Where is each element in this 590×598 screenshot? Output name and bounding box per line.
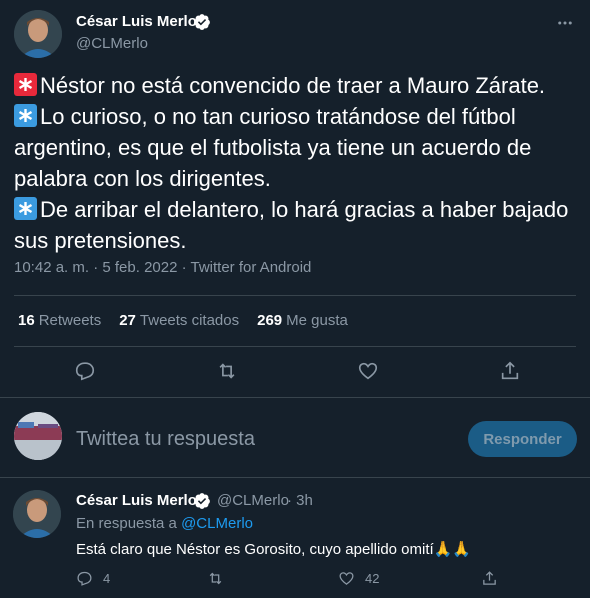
reply-button[interactable]: Responder <box>468 421 577 457</box>
quotes-stat[interactable]: 27 Tweets citados <box>119 312 239 329</box>
like-icon <box>339 572 354 585</box>
retweet-icon[interactable] <box>215 359 239 383</box>
red-asterisk-icon <box>14 73 37 96</box>
divider <box>0 397 590 398</box>
reply-like-action[interactable]: 42 <box>338 570 379 587</box>
tweet-timestamp[interactable]: 10:42 a. m. · 5 feb. 2022 · Twitter for … <box>14 259 311 276</box>
more-options-icon[interactable] <box>554 12 576 34</box>
like-icon[interactable] <box>356 359 380 383</box>
tweet-text: Néstor no está convencido de traer a Mau… <box>14 70 580 256</box>
blue-asterisk-icon <box>14 197 37 220</box>
reply-retweet-action[interactable] <box>207 570 224 587</box>
divider <box>14 346 576 347</box>
reply-reply-count: 4 <box>103 571 111 586</box>
reply-reply-action[interactable]: 4 <box>76 570 110 587</box>
author-handle[interactable]: @CLMerlo <box>76 35 148 52</box>
retweet-icon <box>209 572 222 585</box>
divider <box>0 477 590 478</box>
reply-icon[interactable] <box>73 359 97 383</box>
reply-like-count: 42 <box>365 571 380 586</box>
tweet-line: Néstor no está convencido de traer a Mau… <box>14 70 580 101</box>
tweet-stats: 16 Retweets 27 Tweets citados 269 Me gusta <box>18 312 348 329</box>
retweets-stat[interactable]: 16 Retweets <box>18 312 101 329</box>
reply-author-name[interactable]: César Luis Merlo <box>76 492 197 509</box>
verified-badge-icon <box>194 493 210 509</box>
share-icon <box>483 571 496 585</box>
blue-asterisk-icon <box>14 104 37 127</box>
divider <box>14 295 576 296</box>
folded-hands-icon: 🙏🙏 <box>433 541 472 558</box>
reply-author-avatar[interactable] <box>13 490 61 538</box>
reply-icon <box>77 571 92 586</box>
reply-input[interactable]: Twittea tu respuesta <box>76 428 255 451</box>
reply-share-action[interactable] <box>481 570 498 587</box>
in-reply-to: En respuesta a @CLMerlo <box>76 515 253 532</box>
likes-stat[interactable]: 269 Me gusta <box>257 312 348 329</box>
author-avatar[interactable] <box>14 10 62 58</box>
verified-badge-icon <box>194 14 210 30</box>
share-icon[interactable] <box>498 359 522 383</box>
reply-time[interactable]: · 3h <box>287 492 313 509</box>
in-reply-mention-link[interactable]: @CLMerlo <box>181 515 253 532</box>
user-avatar[interactable] <box>14 412 62 460</box>
reply-text: Está claro que Néstor es Gorosito, cuyo … <box>76 541 472 558</box>
author-name[interactable]: César Luis Merlo <box>76 13 197 30</box>
reply-author-handle[interactable]: @CLMerlo <box>217 492 289 509</box>
tweet-line: De arribar el delantero, lo hará gracias… <box>14 197 569 253</box>
tweet-line: Lo curioso, o no tan curioso tratándose … <box>14 104 532 191</box>
